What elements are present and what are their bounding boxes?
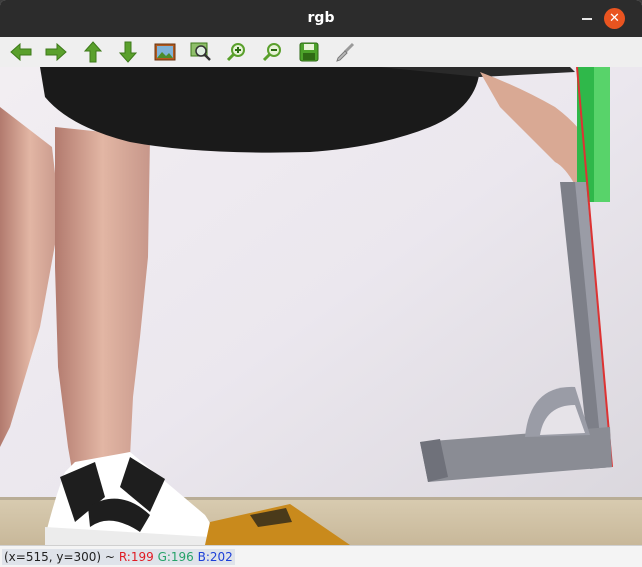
app-window: rgb ✕ (x=515, y=300) ~ R:199 G:196 B:202 — [0, 0, 642, 567]
floppy-disk-icon — [299, 42, 319, 62]
zoom-fit-button[interactable] — [152, 40, 178, 64]
zoom-area-button[interactable] — [188, 40, 214, 64]
arrow-down-icon — [119, 41, 137, 63]
camera-image — [0, 67, 642, 545]
save-button[interactable] — [296, 40, 322, 64]
red-value: R:199 — [118, 550, 154, 564]
zoom-in-icon — [226, 43, 245, 62]
close-icon: ✕ — [609, 11, 620, 26]
zoom-in-button[interactable] — [224, 40, 250, 64]
pan-up-button[interactable] — [80, 40, 106, 64]
cursor-coordinates: (x=515, y=300) ~ — [4, 550, 115, 564]
arrow-right-icon — [45, 43, 67, 61]
blue-value: B:202 — [197, 550, 233, 564]
status-bar: (x=515, y=300) ~ R:199 G:196 B:202 — [0, 545, 642, 567]
green-value: G:196 — [157, 550, 194, 564]
title-bar[interactable]: rgb ✕ — [0, 0, 642, 37]
arrow-up-icon — [84, 41, 102, 63]
zoom-out-button[interactable] — [260, 40, 286, 64]
arrow-left-icon — [10, 43, 32, 61]
window-title: rgb — [307, 10, 335, 26]
properties-button[interactable] — [332, 40, 358, 64]
image-icon — [154, 43, 176, 61]
brush-icon — [336, 42, 355, 62]
pan-down-button[interactable] — [115, 40, 141, 64]
minimize-button[interactable] — [578, 9, 596, 27]
pan-right-button[interactable] — [43, 40, 69, 64]
zoom-out-icon — [262, 43, 281, 62]
close-button[interactable]: ✕ — [604, 8, 625, 29]
image-viewport[interactable] — [0, 67, 642, 545]
zoom-area-icon — [190, 42, 211, 61]
toolbar — [0, 37, 642, 68]
pan-left-button[interactable] — [8, 40, 34, 64]
pixel-info: (x=515, y=300) ~ R:199 G:196 B:202 — [2, 549, 235, 565]
